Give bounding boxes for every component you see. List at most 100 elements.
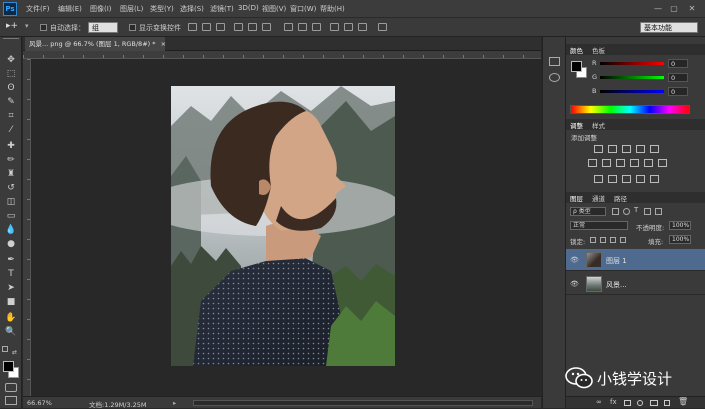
curves-icon[interactable] [622, 145, 631, 153]
document-tab[interactable]: 风景... png @ 66.7% (图层 1, RGB/8#) * × [25, 37, 165, 51]
auto-select-dropdown[interactable]: 组 [88, 22, 118, 33]
tab-layers[interactable]: 图层 [570, 193, 583, 203]
eye-icon[interactable]: 👁 [570, 280, 579, 288]
color-lookup-icon[interactable] [658, 159, 667, 167]
tab-swatches[interactable]: 色板 [592, 45, 605, 55]
menu-type[interactable]: 类型(Y) [150, 4, 174, 14]
hue-saturation-icon[interactable] [588, 159, 597, 167]
distribute-right-icon[interactable] [358, 23, 367, 31]
maximize-button[interactable]: ▢ [668, 3, 680, 14]
tab-paths[interactable]: 路径 [614, 193, 627, 203]
menu-select[interactable]: 选择(S) [180, 4, 204, 14]
marquee-tool-icon[interactable]: ⬚ [5, 69, 17, 80]
menu-edit[interactable]: 编辑(E) [58, 4, 82, 14]
show-transform-checkbox[interactable] [129, 24, 136, 31]
clone-stamp-tool-icon[interactable]: ♜ [5, 169, 17, 180]
link-icon[interactable]: ∞ [596, 398, 602, 406]
status-menu-arrow-icon[interactable]: ▸ [173, 399, 176, 407]
channel-b-slider[interactable] [600, 90, 664, 93]
distribute-hcenter-icon[interactable] [344, 23, 353, 31]
exposure-icon[interactable] [636, 145, 645, 153]
eraser-tool-icon[interactable]: ◫ [5, 197, 17, 208]
type-tool-icon[interactable]: T [5, 269, 17, 280]
menu-layer[interactable]: 图层(L) [120, 4, 143, 14]
color-panel-fg-swatch[interactable] [571, 61, 582, 72]
lock-position-icon[interactable] [610, 237, 616, 243]
document-image[interactable] [171, 86, 395, 366]
menu-3d[interactable]: 3D(D) [238, 4, 259, 12]
trash-icon[interactable]: 🗑 [678, 397, 688, 406]
auto-select-checkbox[interactable] [40, 24, 47, 31]
filter-shape-icon[interactable] [644, 208, 651, 215]
menu-filter[interactable]: 滤镜(T) [210, 4, 234, 14]
move-tool-preset-icon[interactable]: ▸+ [6, 21, 18, 31]
selective-color-icon[interactable] [650, 175, 659, 183]
layer-name[interactable]: 图层 1 [606, 256, 627, 266]
tab-channels[interactable]: 通道 [592, 193, 605, 203]
filter-pixel-icon[interactable] [612, 208, 619, 215]
zoom-tool-icon[interactable]: 🔍 [5, 327, 17, 338]
pen-tool-icon[interactable]: ✒ [5, 255, 17, 266]
color-ramp[interactable] [570, 105, 690, 114]
tab-styles[interactable]: 样式 [592, 120, 605, 130]
fill-input[interactable]: 100% [669, 235, 691, 244]
menu-window[interactable]: 窗口(W) [290, 4, 316, 14]
screen-mode-icon[interactable] [5, 396, 17, 405]
zoom-level[interactable]: 66.67% [27, 399, 52, 407]
adjustment-icon[interactable] [637, 400, 643, 406]
lasso-tool-icon[interactable]: ʘ [5, 83, 17, 94]
mask-icon[interactable] [624, 400, 631, 406]
hand-tool-icon[interactable]: ✋ [5, 313, 17, 324]
channel-g-value[interactable]: 0 [668, 73, 688, 82]
minimize-button[interactable]: — [652, 3, 664, 14]
menu-file[interactable]: 文件(F) [26, 4, 50, 14]
default-colors-icon[interactable] [2, 346, 8, 352]
vibrance-icon[interactable] [650, 145, 659, 153]
fx-icon[interactable]: fx [610, 398, 617, 406]
toolbox-grip[interactable] [3, 38, 19, 42]
quick-select-tool-icon[interactable]: ✎ [5, 97, 17, 108]
photo-filter-icon[interactable] [630, 159, 639, 167]
align-hcenter-icon[interactable] [248, 23, 257, 31]
healing-brush-tool-icon[interactable]: ✚ [5, 141, 17, 152]
distribute-left-icon[interactable] [330, 23, 339, 31]
menu-image[interactable]: 图像(I) [90, 4, 112, 14]
filter-type-icon[interactable]: T [634, 206, 638, 214]
close-window-button[interactable]: ✕ [686, 3, 698, 14]
workspace-dropdown[interactable]: 基本功能 [640, 22, 698, 33]
align-vcenter-icon[interactable] [202, 23, 211, 31]
chevron-down-icon[interactable]: ▾ [25, 22, 29, 30]
horizontal-scrollbar[interactable] [193, 400, 533, 406]
align-right-icon[interactable] [262, 23, 271, 31]
layer-name[interactable]: 风景... [606, 280, 627, 290]
new-layer-icon[interactable] [664, 400, 670, 406]
layer-filter-dropdown[interactable]: ρ 类型 [570, 207, 606, 216]
menu-view[interactable]: 视图(V) [262, 4, 286, 14]
gradient-map-icon[interactable] [636, 175, 645, 183]
move-tool-icon[interactable]: ✥ [5, 55, 17, 66]
shape-tool-icon[interactable]: ■ [5, 297, 17, 308]
align-left-icon[interactable] [234, 23, 243, 31]
channel-mixer-icon[interactable] [644, 159, 653, 167]
black-white-icon[interactable] [616, 159, 625, 167]
auto-align-icon[interactable] [378, 23, 387, 31]
channel-r-value[interactable]: 0 [668, 59, 688, 68]
eyedropper-tool-icon[interactable]: ⁄ [5, 125, 17, 136]
folder-icon[interactable] [650, 400, 658, 406]
foreground-color-swatch[interactable] [3, 361, 14, 372]
distribute-top-icon[interactable] [284, 23, 293, 31]
lock-pixels-icon[interactable] [600, 237, 606, 243]
posterize-icon[interactable] [608, 175, 617, 183]
threshold-icon[interactable] [622, 175, 631, 183]
crop-tool-icon[interactable]: ⌗ [5, 111, 17, 122]
invert-icon[interactable] [594, 175, 603, 183]
channel-b-value[interactable]: 0 [668, 87, 688, 96]
blend-mode-dropdown[interactable]: 正常 [570, 221, 628, 230]
properties-panel-icon[interactable] [549, 73, 560, 82]
swap-colors-icon[interactable]: ⇄ [12, 349, 21, 358]
color-balance-icon[interactable] [602, 159, 611, 167]
distribute-bottom-icon[interactable] [312, 23, 321, 31]
distribute-vcenter-icon[interactable] [298, 23, 307, 31]
history-brush-tool-icon[interactable]: ↺ [5, 183, 17, 194]
menu-help[interactable]: 帮助(H) [320, 4, 345, 14]
